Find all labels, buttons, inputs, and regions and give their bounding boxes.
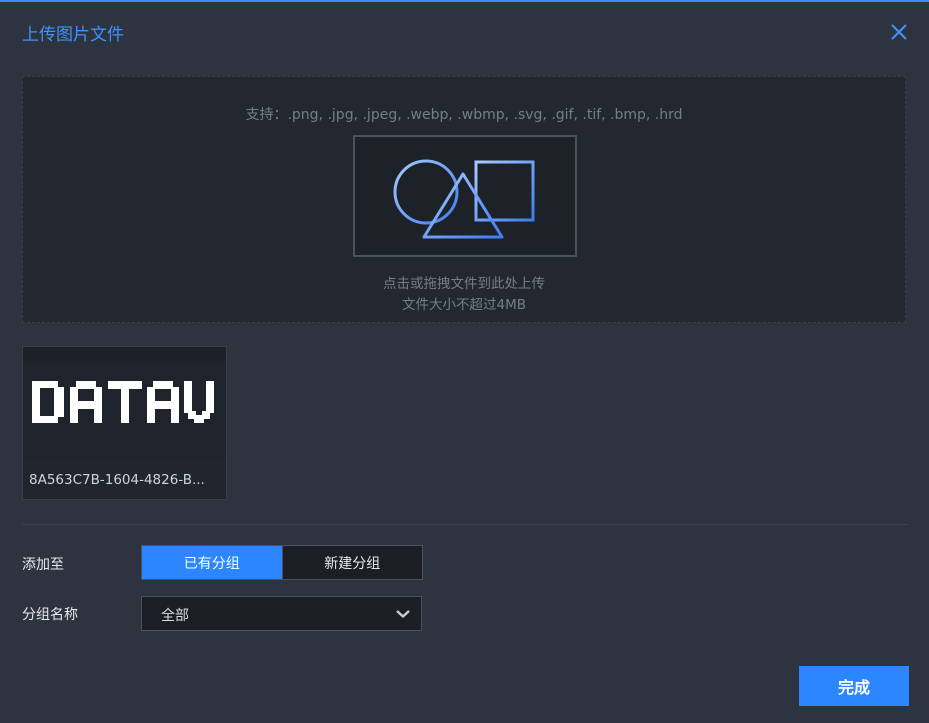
top-accent-line [0,0,929,2]
close-icon [891,24,907,40]
new-group-option[interactable]: 新建分组 [281,546,422,579]
file-thumbnail[interactable]: 8A563C7B-1604-4826-B... [22,346,227,500]
upload-illustration [353,135,577,257]
upload-dropzone[interactable]: 支持：.png, .jpg, .jpeg, .webp, .wbmp, .svg… [22,76,906,323]
dialog-title: 上传图片文件 [22,25,124,45]
supported-formats: 支持：.png, .jpg, .jpeg, .webp, .wbmp, .svg… [245,107,683,123]
close-button[interactable] [887,20,911,44]
group-name-label: 分组名称 [22,607,78,623]
thumbnail-image [23,361,226,459]
group-mode-toggle: 已有分组 新建分组 [141,545,423,580]
group-select[interactable]: 全部 [141,596,422,631]
chevron-down-icon [396,610,410,618]
existing-group-option[interactable]: 已有分组 [142,546,282,579]
done-button[interactable]: 完成 [799,666,909,706]
datav-logo [32,381,214,423]
group-select-value: 全部 [161,608,189,624]
shapes-icon [393,159,535,239]
thumbnail-header [23,347,226,361]
divider [22,524,908,525]
size-limit-hint: 文件大小不超过4MB [402,297,526,313]
upload-hint: 点击或拖拽文件到此处上传 [383,276,545,292]
file-name: 8A563C7B-1604-4826-B... [29,472,205,488]
add-to-label: 添加至 [22,557,64,573]
